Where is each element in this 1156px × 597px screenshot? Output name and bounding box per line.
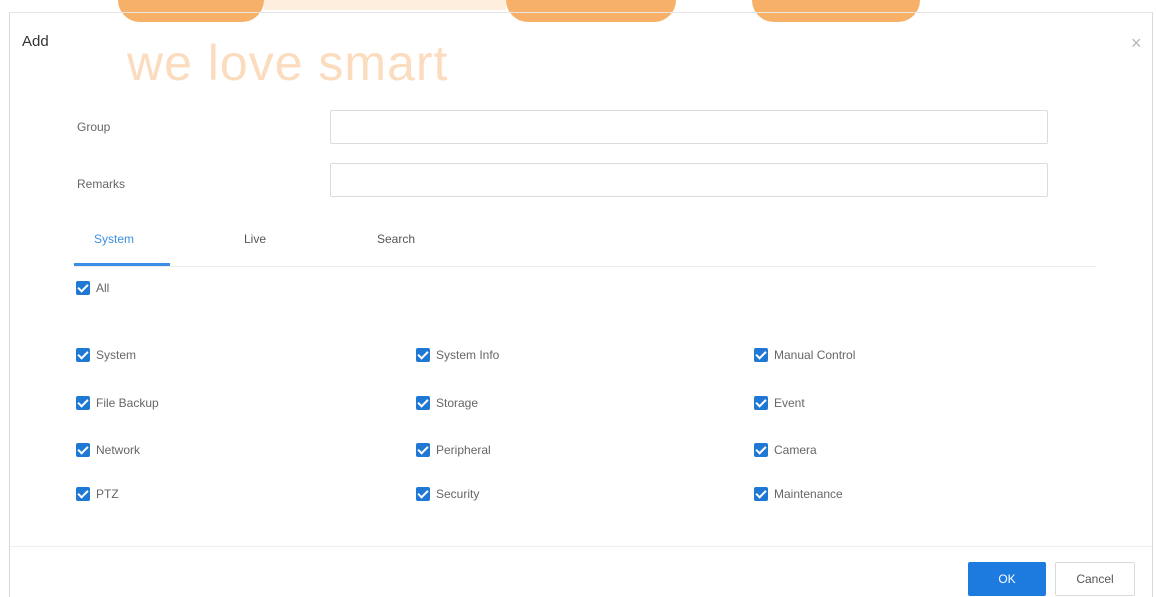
checkbox-checked-icon <box>416 396 430 410</box>
cancel-button[interactable]: Cancel <box>1055 562 1135 596</box>
checkbox-camera[interactable]: Camera <box>754 443 817 457</box>
group-input[interactable] <box>330 110 1048 144</box>
checkbox-manual-control[interactable]: Manual Control <box>754 348 855 362</box>
checkbox-storage[interactable]: Storage <box>416 396 478 410</box>
checkbox-label: Manual Control <box>774 348 856 362</box>
checkbox-checked-icon <box>416 443 430 457</box>
tab-live[interactable]: Live <box>244 232 266 246</box>
dialog-title: Add <box>22 33 49 50</box>
checkbox-checked-icon <box>416 348 430 362</box>
checkbox-label: System <box>96 348 137 362</box>
checkbox-system[interactable]: System <box>76 348 136 362</box>
checkbox-label: PTZ <box>96 487 119 501</box>
checkbox-checked-icon <box>416 487 430 501</box>
checkbox-system-info[interactable]: System Info <box>416 348 499 362</box>
add-dialog <box>9 12 1153 597</box>
tab-system[interactable]: System <box>94 232 134 246</box>
checkbox-ptz[interactable]: PTZ <box>76 487 119 501</box>
checkbox-checked-icon <box>754 348 768 362</box>
ok-button[interactable]: OK <box>968 562 1046 596</box>
checkbox-checked-icon <box>76 487 90 501</box>
checkbox-checked-icon <box>754 443 768 457</box>
checkbox-label: Camera <box>774 443 817 457</box>
checkbox-checked-icon <box>754 396 768 410</box>
watermark-shape <box>264 0 506 10</box>
permission-tabs: System Live Search <box>74 224 1096 267</box>
checkbox-label: Security <box>436 487 480 501</box>
checkbox-label: Event <box>774 396 805 410</box>
checkbox-label: File Backup <box>96 396 159 410</box>
group-label: Group <box>77 120 111 134</box>
tab-search[interactable]: Search <box>377 232 415 246</box>
checkbox-label: Network <box>96 443 141 457</box>
checkbox-label: Storage <box>436 396 479 410</box>
active-tab-indicator <box>74 263 170 266</box>
checkbox-checked-icon <box>76 443 90 457</box>
checkbox-event[interactable]: Event <box>754 396 805 410</box>
checkbox-maintenance[interactable]: Maintenance <box>754 487 843 501</box>
checkbox-checked-icon <box>754 487 768 501</box>
checkbox-label: Peripheral <box>436 443 491 457</box>
footer-divider <box>10 546 1152 547</box>
checkbox-security[interactable]: Security <box>416 487 479 501</box>
checkbox-file-backup[interactable]: File Backup <box>76 396 159 410</box>
checkbox-checked-icon <box>76 348 90 362</box>
checkbox-peripheral[interactable]: Peripheral <box>416 443 491 457</box>
checkbox-label: Maintenance <box>774 487 843 501</box>
checkbox-checked-icon <box>76 281 90 295</box>
checkbox-label: All <box>96 281 110 295</box>
checkbox-network[interactable]: Network <box>76 443 140 457</box>
all-checkbox[interactable]: All <box>76 281 109 295</box>
checkbox-label: System Info <box>436 348 500 362</box>
checkbox-checked-icon <box>76 396 90 410</box>
remarks-label: Remarks <box>77 177 126 191</box>
remarks-input[interactable] <box>330 163 1048 197</box>
close-icon[interactable]: × <box>1131 34 1142 52</box>
page: we love smart Add × Group Remarks System… <box>0 0 1156 597</box>
